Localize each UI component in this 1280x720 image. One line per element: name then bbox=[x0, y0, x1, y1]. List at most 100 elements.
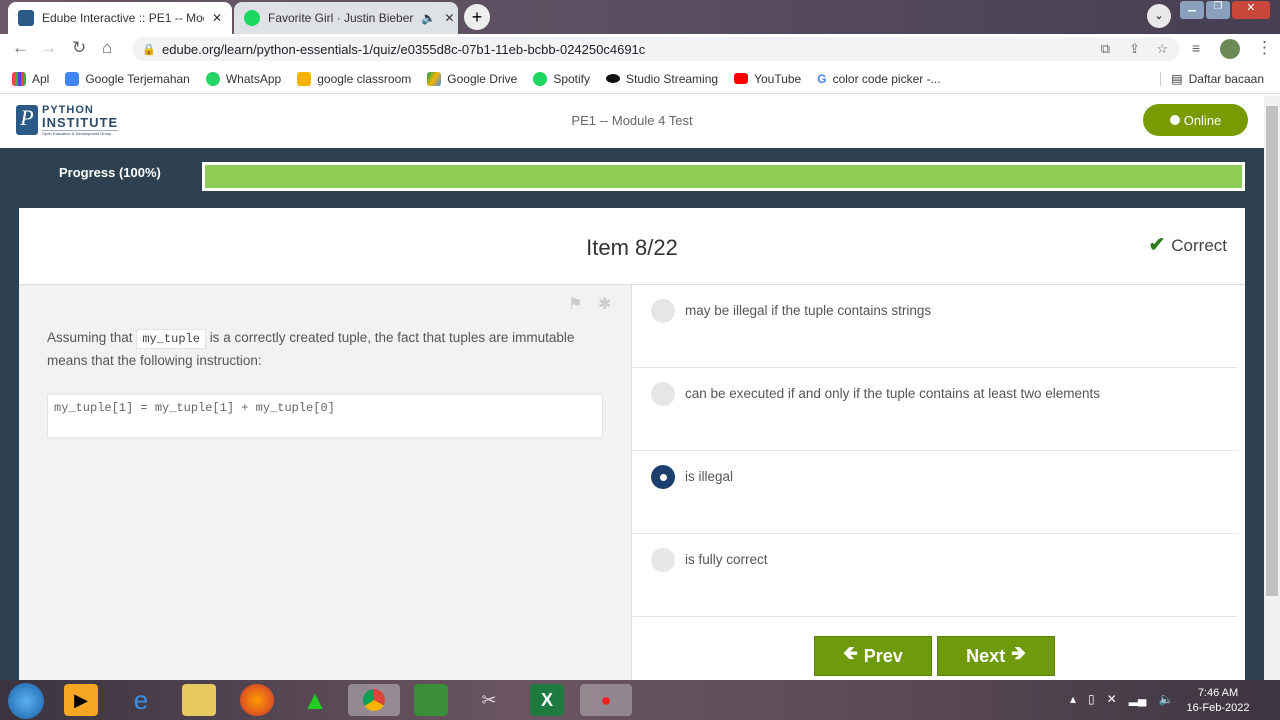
screen-recorder-taskbar-icon[interactable]: ● bbox=[580, 684, 632, 716]
bookmark-label: YouTube bbox=[754, 71, 802, 86]
volume-icon[interactable]: 🔈 bbox=[1158, 692, 1173, 706]
bookmark-color-picker[interactable]: Gcolor code picker -... bbox=[817, 72, 940, 86]
bookmark-google-translate[interactable]: Google Terjemahan bbox=[65, 71, 190, 86]
google-drive-icon bbox=[427, 71, 442, 86]
bookmark-label: Google Terjemahan bbox=[85, 71, 190, 86]
tab-search-chevron-icon[interactable]: ⌄ bbox=[1147, 4, 1171, 28]
new-tab-button[interactable]: + bbox=[464, 4, 490, 30]
answer-option[interactable]: is fully correct bbox=[633, 534, 1238, 617]
battery-icon[interactable]: ▯ bbox=[1088, 692, 1095, 706]
bookmark-drive[interactable]: Google Drive bbox=[427, 71, 517, 86]
radio-button[interactable] bbox=[651, 465, 675, 489]
bookmark-studio-streaming[interactable]: Studio Streaming bbox=[606, 72, 718, 86]
home-icon[interactable]: ⌂ bbox=[102, 38, 112, 58]
minimize-button[interactable]: ▁ bbox=[1180, 1, 1204, 19]
google-icon: G bbox=[817, 71, 827, 86]
answer-text: may be illegal if the tuple contains str… bbox=[685, 303, 932, 318]
reading-list-icon: ▤ bbox=[1171, 71, 1183, 86]
window-controls: ▁ ❐ ✕ bbox=[1180, 1, 1270, 19]
flag-icon[interactable]: ⚑ bbox=[568, 294, 582, 314]
window-close-button[interactable]: ✕ bbox=[1231, 1, 1270, 19]
file-explorer-taskbar-icon[interactable] bbox=[182, 684, 216, 716]
item-counter: Item 8/22 bbox=[586, 235, 678, 260]
snipping-tool-taskbar-icon[interactable]: ✂ bbox=[472, 684, 506, 716]
close-icon[interactable]: ✕ bbox=[212, 11, 222, 25]
next-button[interactable]: Next 🡺 bbox=[937, 636, 1055, 676]
back-icon[interactable]: ← bbox=[12, 38, 29, 58]
answer-option[interactable]: can be executed if and only if the tuple… bbox=[633, 368, 1238, 451]
bookmark-label: Studio Streaming bbox=[626, 71, 719, 86]
google-translate-icon bbox=[65, 71, 80, 86]
reading-list[interactable]: ▤ Daftar bacaan bbox=[1160, 71, 1264, 86]
bookmark-label: Apl bbox=[32, 71, 50, 86]
chrome-taskbar-icon[interactable] bbox=[348, 684, 400, 716]
arrow-right-icon: 🡺 bbox=[1011, 643, 1026, 663]
prev-label: Prev bbox=[863, 645, 903, 666]
answer-option[interactable]: is illegal bbox=[633, 451, 1238, 534]
bookmark-label: google classroom bbox=[317, 71, 412, 86]
share-icon[interactable]: ⇪ bbox=[1129, 41, 1140, 57]
tab-spotify[interactable]: Favorite Girl · Justin Bieber 🔈 ✕ bbox=[234, 2, 458, 34]
start-button[interactable] bbox=[8, 683, 44, 719]
google-classroom-icon bbox=[297, 71, 312, 86]
answer-text: is fully correct bbox=[685, 552, 768, 567]
spotify-favicon-icon bbox=[244, 10, 260, 26]
translate-icon[interactable]: ⧉ bbox=[1101, 41, 1110, 57]
profile-avatar[interactable] bbox=[1220, 39, 1240, 59]
bookmark-whatsapp[interactable]: WhatsApp bbox=[205, 71, 282, 86]
youtube-icon bbox=[734, 73, 749, 84]
clock-date: 16-Feb-2022 bbox=[1186, 702, 1250, 714]
spotify-icon bbox=[533, 71, 548, 86]
bookmark-label: WhatsApp bbox=[225, 71, 282, 86]
internet-explorer-taskbar-icon[interactable]: e bbox=[124, 684, 158, 716]
bookmark-youtube[interactable]: YouTube bbox=[734, 72, 801, 86]
scrollbar-thumb[interactable] bbox=[1266, 106, 1278, 596]
answer-text: can be executed if and only if the tuple… bbox=[685, 386, 1101, 401]
bookmark-label: color code picker -... bbox=[832, 71, 941, 86]
progress-bar bbox=[202, 162, 1245, 191]
tab-edube[interactable]: Edube Interactive :: PE1 -- Modul ✕ bbox=[8, 2, 232, 34]
clock-time: 7:46 AM bbox=[1197, 687, 1239, 699]
address-bar[interactable]: 🔒 edube.org/learn/python-essentials-1/qu… bbox=[132, 37, 1180, 61]
tab-title: Edube Interactive :: PE1 -- Modul bbox=[42, 11, 204, 25]
reading-list-label: Daftar bacaan bbox=[1188, 71, 1264, 86]
network-error-icon[interactable]: ✕ bbox=[1107, 692, 1117, 706]
status-text: Online bbox=[1183, 112, 1222, 128]
clock[interactable]: 7:46 AM 16-Feb-2022 bbox=[1186, 686, 1250, 716]
google-classroom-taskbar-icon[interactable] bbox=[414, 684, 448, 716]
page-scrollbar[interactable] bbox=[1264, 96, 1280, 680]
forward-icon[interactable]: → bbox=[40, 38, 57, 58]
arrow-left-icon: 🡸 bbox=[843, 643, 858, 663]
restore-button[interactable]: ❐ bbox=[1205, 1, 1230, 19]
green-a-app-taskbar-icon[interactable]: ▲ bbox=[298, 684, 332, 716]
bookmark-apps[interactable]: Apl bbox=[12, 71, 50, 86]
next-label: Next bbox=[966, 645, 1006, 666]
lock-icon: 🔒 bbox=[142, 43, 156, 56]
bookmark-classroom[interactable]: google classroom bbox=[297, 71, 412, 86]
progress-fill bbox=[205, 165, 1242, 188]
excel-taskbar-icon[interactable]: X bbox=[530, 684, 564, 716]
show-hidden-icons[interactable]: ▴ bbox=[1070, 692, 1076, 706]
speaker-icon[interactable]: 🔈 bbox=[421, 11, 436, 25]
close-icon[interactable]: ✕ bbox=[444, 11, 454, 25]
media-player-taskbar-icon[interactable]: ▶ bbox=[64, 684, 98, 716]
radio-button[interactable] bbox=[651, 382, 675, 406]
media-control-icon[interactable]: ≡ bbox=[1192, 40, 1200, 56]
bookmark-star-icon[interactable]: ☆ bbox=[1156, 41, 1168, 57]
firefox-taskbar-icon[interactable] bbox=[240, 684, 274, 716]
status-dot-icon bbox=[1169, 115, 1180, 125]
url-text: edube.org/learn/python-essentials-1/quiz… bbox=[162, 41, 646, 57]
studio-streaming-icon bbox=[606, 74, 620, 83]
prev-button[interactable]: 🡸 Prev bbox=[814, 636, 932, 676]
report-bug-icon[interactable]: ✱ bbox=[598, 294, 611, 314]
radio-button[interactable] bbox=[651, 548, 675, 572]
radio-button[interactable] bbox=[651, 299, 675, 323]
tab-title: Favorite Girl · Justin Bieber bbox=[268, 11, 414, 25]
reload-icon[interactable]: ↻ bbox=[72, 38, 86, 58]
bookmark-spotify[interactable]: Spotify bbox=[533, 71, 590, 86]
inline-code: my_tuple bbox=[136, 329, 206, 349]
answer-text: is illegal bbox=[685, 469, 734, 484]
answer-option[interactable]: may be illegal if the tuple contains str… bbox=[633, 285, 1238, 368]
signal-icon[interactable]: ▂▄ bbox=[1129, 692, 1147, 706]
menu-icon[interactable]: ⋮ bbox=[1256, 38, 1273, 58]
